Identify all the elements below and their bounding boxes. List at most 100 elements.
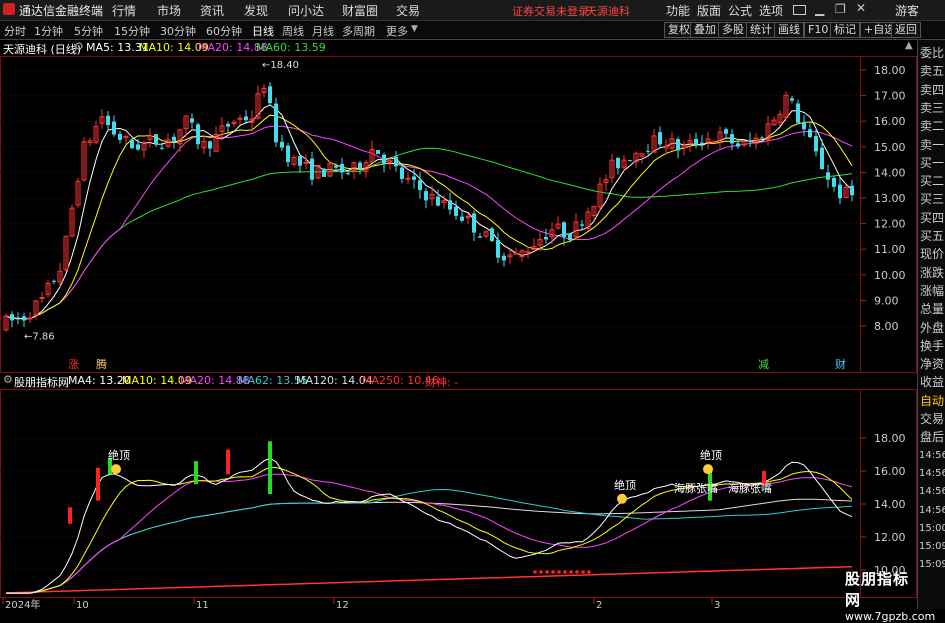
y-tick-label: 12.00 [874, 218, 906, 231]
side-panel-item: 买五 [920, 229, 945, 243]
kline-chart-canvas[interactable]: 18.00 17.00 16.00 15.00 14.00 13.00 12.00 11.00… [0, 40, 917, 609]
tab-1min[interactable]: 1分钟 [34, 23, 63, 39]
tab-daily[interactable]: 日线 [252, 23, 274, 39]
back-button[interactable]: 返回 [891, 22, 921, 38]
mark-button[interactable]: 标记 [830, 22, 860, 38]
x-tick-label: 12 [336, 600, 349, 609]
side-panel-item: 15:09 [919, 559, 945, 571]
mail-icon[interactable] [793, 5, 806, 15]
candle-body [10, 314, 14, 321]
guest-label[interactable]: 游客 [895, 2, 919, 19]
tab-60min[interactable]: 60分钟 [206, 23, 242, 39]
x-tick-label: 11 [196, 600, 209, 609]
candle-body [472, 213, 476, 233]
tab-weekly[interactable]: 周线 [282, 23, 304, 39]
menu-item-options[interactable]: 选项 [759, 2, 783, 19]
menu-item-market[interactable]: 市场 [157, 2, 181, 19]
side-panel-item: 14:56 [919, 486, 945, 498]
draw-button[interactable]: 画线 [774, 22, 804, 38]
side-panel-item: 15:09 [919, 541, 945, 553]
tab-30min[interactable]: 30分钟 [160, 23, 196, 39]
menu-item-trade[interactable]: 交易 [396, 2, 420, 19]
tab-monthly[interactable]: 月线 [312, 23, 334, 39]
indicator-annotation: 海豚张嘴 [674, 481, 718, 495]
candle-body [814, 136, 818, 152]
y-tick-label: 13.00 [874, 192, 906, 205]
candlestick-series [3, 81, 854, 332]
candle-body [16, 318, 20, 320]
event-marker-jian[interactable]: 减 [758, 358, 769, 371]
restore-icon[interactable]: ❐ [835, 2, 846, 16]
candle-body [820, 147, 824, 170]
menu-item-formula[interactable]: 公式 [728, 2, 752, 19]
side-panel-item: 净资 [920, 357, 945, 372]
chevron-down-icon[interactable]: ▼ [411, 24, 418, 34]
candle-body [838, 184, 842, 199]
tab-more[interactable]: 更多 [386, 23, 408, 39]
menu-item-layout[interactable]: 版面 [697, 2, 721, 19]
menu-item-discover[interactable]: 发现 [244, 2, 268, 19]
candle-body [658, 132, 662, 145]
f10-button[interactable]: F10 [804, 22, 833, 38]
app-logo-icon [3, 3, 15, 15]
x-tick-label: 10 [76, 600, 89, 609]
menu-item-quotes[interactable]: 行情 [112, 2, 136, 19]
ind-y-tick-label: 12.00 [874, 531, 906, 544]
event-marker-cai[interactable]: 财 [835, 357, 846, 371]
trade-status-text[interactable]: 证券交易未登录 [512, 3, 589, 19]
ma4-line [6, 457, 853, 594]
y-tick-label: 11.00 [874, 243, 906, 256]
candle-body [400, 167, 404, 179]
low-price-label: ←7.86 [24, 332, 55, 343]
indicator-frame [0, 389, 917, 598]
overlay-button[interactable]: 叠加 [690, 22, 720, 38]
candle-body [39, 297, 45, 300]
y-tick-label: 9.00 [874, 294, 899, 307]
close-icon[interactable]: ✕ [856, 1, 866, 15]
menu-item-functions[interactable]: 功能 [666, 2, 690, 19]
candle-body [27, 317, 33, 320]
y-tick-label: 8.00 [874, 320, 899, 333]
candle-body [694, 138, 698, 146]
y-tick-label: 17.00 [874, 90, 906, 103]
ma5-line [5, 104, 853, 320]
candle-body [711, 141, 717, 144]
candle-body [736, 143, 740, 147]
ind-y-tick-label: 18.00 [874, 432, 906, 445]
minimize-icon[interactable]: ▁ [815, 2, 824, 16]
tab-multi-period[interactable]: 多周期 [342, 23, 375, 39]
menu-item-wealth[interactable]: 财富圈 [342, 2, 378, 19]
multi-stock-button[interactable]: 多股 [718, 22, 748, 38]
candle-body [790, 98, 794, 101]
signal-dot [575, 570, 579, 574]
side-panel-item: 买四 [920, 210, 945, 225]
event-marker-zhang[interactable]: 涨 [68, 358, 79, 371]
candle-body [832, 177, 836, 187]
tab-15min[interactable]: 15分钟 [114, 23, 150, 39]
ind-y-tick-label: 14.00 [874, 498, 906, 511]
signal-dot [569, 570, 573, 574]
x-tick-label: 2 [596, 600, 602, 609]
candle-body [676, 139, 680, 151]
candle-body [808, 129, 812, 138]
candle-body [190, 118, 194, 123]
signal-bar [268, 441, 272, 495]
candle-body [628, 160, 632, 162]
candle-body [286, 145, 290, 163]
menu-item-ask[interactable]: 问小达 [288, 2, 324, 19]
ma20-line [5, 125, 853, 320]
tab-5min[interactable]: 5分钟 [74, 23, 103, 39]
period-toolbar: 分时 1分钟 5分钟 15分钟 30分钟 60分钟 日线 周线 月线 多周期 更… [0, 21, 945, 40]
side-panel-item: 盘后 [920, 430, 945, 445]
candle-body [796, 103, 800, 123]
stats-button[interactable]: 统计 [746, 22, 776, 38]
side-panel-item: 交易 [920, 412, 945, 426]
event-marker-teng[interactable]: 腾 [96, 357, 107, 371]
candle-body [748, 140, 752, 142]
menu-item-news[interactable]: 资讯 [200, 2, 224, 19]
y-tick-label: 14.00 [874, 166, 906, 179]
candle-body [418, 180, 422, 191]
side-panel-item[interactable]: 自动 [920, 394, 944, 408]
tab-intraday[interactable]: 分时 [4, 23, 26, 39]
candle-body [448, 200, 452, 210]
